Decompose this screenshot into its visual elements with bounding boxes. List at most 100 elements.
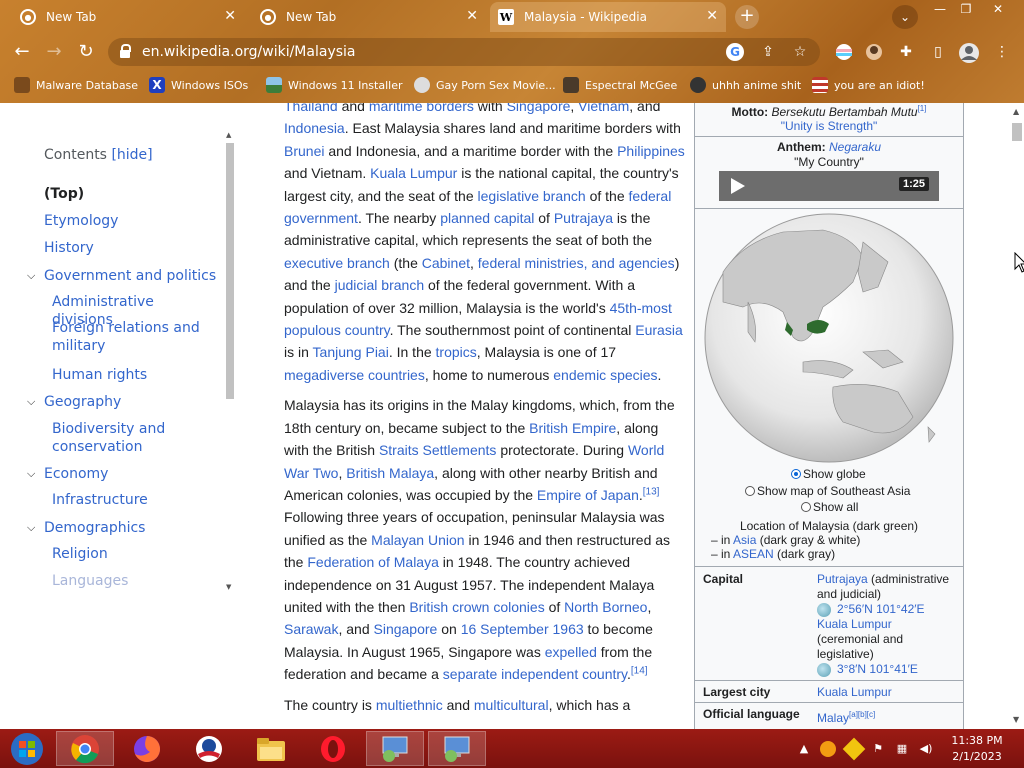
play-icon[interactable]: [731, 178, 745, 194]
minimize-button[interactable]: —: [926, 0, 954, 18]
toc-item[interactable]: Infrastructure: [52, 491, 202, 509]
extensions-puzzle-icon[interactable]: ✚: [896, 42, 916, 62]
tab-wikipedia[interactable]: W Malaysia - Wikipedia ✕: [490, 2, 726, 32]
menu-kebab-icon[interactable]: ⋮: [992, 42, 1012, 62]
article-link[interactable]: Sarawak: [284, 621, 338, 637]
article-link[interactable]: Cabinet: [422, 255, 470, 271]
toc-item[interactable]: Biodiversity and conservation: [52, 420, 202, 456]
obama-taskbar-button[interactable]: [180, 731, 238, 766]
radio-icon[interactable]: [801, 502, 811, 512]
toc-hide-link[interactable]: [hide]: [111, 147, 152, 163]
bookmark-windows-isos[interactable]: X Windows ISOs: [149, 76, 248, 94]
share-icon[interactable]: ⇪: [758, 42, 778, 62]
toc-item[interactable]: Languages: [52, 572, 202, 590]
close-tab-icon[interactable]: ✕: [466, 9, 478, 23]
tab-new-tab-2[interactable]: ● New Tab ✕: [252, 2, 486, 32]
bookmark-you-are-an-idiot[interactable]: you are an idiot!: [812, 76, 925, 94]
toc-item[interactable]: (Top): [44, 185, 224, 203]
chevron-down-icon[interactable]: ⌵: [27, 267, 35, 285]
citation-ref[interactable]: [14]: [631, 666, 648, 677]
chevron-down-icon[interactable]: ⌵: [27, 393, 35, 411]
kuala-lumpur-coord[interactable]: 3°8′N 101°41′E: [817, 662, 959, 677]
toc-item[interactable]: Foreign relations and military: [52, 319, 202, 355]
article-link[interactable]: Empire of Japan: [537, 487, 639, 503]
article-link[interactable]: Federation of Malaya: [307, 554, 439, 570]
putrajaya-link[interactable]: Putrajaya: [817, 572, 868, 586]
scroll-up-arrow-icon[interactable]: ▲: [1013, 107, 1019, 116]
bookmark-uhhh-anime[interactable]: uhhh anime shit: [690, 76, 801, 94]
map-option-sea[interactable]: Show map of Southeast Asia: [695, 483, 963, 500]
motto-ref[interactable]: [1]: [918, 104, 927, 113]
network-icon[interactable]: ▦: [894, 741, 910, 757]
article-link[interactable]: tropics: [436, 344, 477, 360]
firefox-taskbar-button[interactable]: [118, 731, 176, 766]
toc-item[interactable]: Religion: [52, 545, 202, 563]
toc-scrollbar[interactable]: ▲ ▼: [224, 129, 236, 595]
malay-link[interactable]: Malay: [817, 711, 849, 725]
article-link[interactable]: executive branch: [284, 255, 390, 271]
radio-icon[interactable]: [791, 469, 801, 479]
article-link[interactable]: Straits Settlements: [379, 442, 497, 458]
toc-item[interactable]: ⌵ Demographics: [27, 519, 224, 537]
kuala-lumpur-link[interactable]: Kuala Lumpur: [817, 617, 959, 632]
volume-icon[interactable]: ◀): [918, 741, 934, 757]
globe-map[interactable]: [703, 212, 955, 464]
tray-shield-icon[interactable]: [842, 737, 866, 761]
article-link[interactable]: separate independent country: [443, 666, 627, 682]
language-refs[interactable]: [a][b][c]: [849, 710, 875, 719]
motto-translation[interactable]: "Unity is Strength": [781, 119, 878, 133]
extension-avatar-icon[interactable]: [864, 42, 884, 62]
toc-item[interactable]: Human rights: [52, 366, 202, 384]
putrajaya-coord[interactable]: 2°56′N 101°42′E: [817, 602, 959, 617]
article-link[interactable]: legislative branch: [478, 188, 586, 204]
lock-icon[interactable]: [120, 44, 131, 58]
asean-link[interactable]: ASEAN: [733, 547, 774, 561]
bookmark-espectral-mcgee[interactable]: Espectral McGee: [563, 76, 677, 94]
side-panel-icon[interactable]: ▯: [928, 42, 948, 62]
show-hidden-icons-icon[interactable]: ▲: [796, 741, 812, 757]
toc-item[interactable]: ⌵ Geography: [27, 393, 224, 411]
tab-new-tab-1[interactable]: ● New Tab ✕: [12, 2, 244, 32]
system-clock[interactable]: 11:38 PM 2/1/2023: [950, 733, 1004, 765]
audio-player[interactable]: 1:25: [719, 171, 939, 201]
bookmark-windows-11-installer[interactable]: Windows 11 Installer: [266, 76, 403, 94]
toc-item[interactable]: History: [44, 239, 224, 257]
asia-link[interactable]: Asia: [733, 533, 756, 547]
close-tab-icon[interactable]: ✕: [706, 9, 718, 23]
article-link[interactable]: Brunei: [284, 143, 324, 159]
radio-icon[interactable]: [745, 485, 755, 496]
restore-button[interactable]: ❐: [952, 0, 980, 18]
forward-arrow-icon[interactable]: →: [42, 40, 66, 64]
page-scrollbar[interactable]: ▲ ▼: [1010, 103, 1024, 729]
article-link[interactable]: judicial branch: [335, 277, 425, 293]
article-link[interactable]: expelled: [545, 644, 597, 660]
profile-icon[interactable]: [958, 42, 979, 63]
map-option-all[interactable]: Show all: [695, 499, 963, 516]
toc-item[interactable]: ⌵ Economy: [27, 465, 224, 483]
article-link[interactable]: 16 September 1963: [461, 621, 584, 637]
scroll-down-arrow-icon[interactable]: ▼: [1013, 715, 1019, 724]
article-link[interactable]: Vietnam: [578, 103, 629, 114]
close-tab-icon[interactable]: ✕: [224, 9, 236, 23]
anthem-link[interactable]: Negaraku: [829, 140, 881, 154]
article-link[interactable]: planned capital: [440, 210, 534, 226]
close-window-button[interactable]: ✕: [984, 0, 1012, 18]
tab-search-button[interactable]: ⌄: [892, 5, 918, 29]
toc-item[interactable]: ⌵ Government and politics: [27, 267, 224, 285]
article-link[interactable]: North Borneo: [564, 599, 647, 615]
article-link[interactable]: endemic species: [553, 367, 657, 383]
article-link[interactable]: Philippines: [617, 143, 685, 159]
map-option-globe[interactable]: Show globe: [695, 466, 963, 483]
page-scroll-thumb[interactable]: [1012, 123, 1022, 141]
scroll-down-arrow-icon[interactable]: ▼: [226, 583, 231, 591]
action-center-flag-icon[interactable]: ⚑: [870, 741, 886, 757]
article-link[interactable]: British Malaya: [346, 465, 434, 481]
chrome-taskbar-button[interactable]: [56, 731, 114, 766]
article-link[interactable]: multiethnic: [376, 697, 443, 713]
article-link[interactable]: British crown colonies: [409, 599, 544, 615]
toc-item[interactable]: Etymology: [44, 212, 224, 230]
article-link[interactable]: Malayan Union: [371, 532, 464, 548]
reload-icon[interactable]: ↻: [74, 40, 98, 64]
citation-ref[interactable]: [13]: [643, 486, 660, 497]
tray-app-icon[interactable]: [820, 741, 836, 757]
